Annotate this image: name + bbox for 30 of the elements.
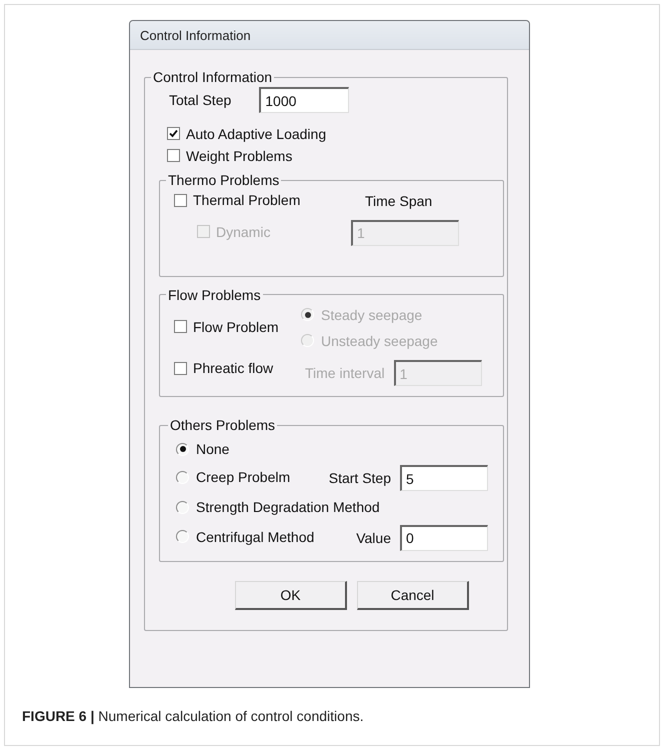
radio-button[interactable]: Creep Probelm xyxy=(176,469,290,486)
group-title: Control Information xyxy=(152,69,274,85)
field-label: Start Step xyxy=(328,470,391,486)
field-label: Time interval xyxy=(305,365,385,381)
checkbox[interactable]: Thermal Problem xyxy=(174,192,300,208)
dialog-button[interactable]: OK xyxy=(235,580,347,610)
radio-button[interactable]: Strength Degradation Method xyxy=(176,499,380,515)
input-field[interactable]: 5 xyxy=(400,465,488,491)
radio-indicator[interactable] xyxy=(176,470,189,484)
input-field[interactable]: 1000 xyxy=(259,87,350,113)
group-title: Flow Problems xyxy=(167,286,262,302)
input-field[interactable]: 0 xyxy=(400,524,488,550)
checkbox[interactable]: Auto Adaptive Loading xyxy=(167,126,326,142)
radio-button[interactable]: Centrifugal Method xyxy=(176,528,314,545)
field-label: Value xyxy=(356,530,391,546)
radio-button[interactable]: None xyxy=(176,441,230,457)
dialog-button[interactable]: Cancel xyxy=(357,580,469,610)
figure-caption: FIGURE 6 | Numerical calculation of control conditions. xyxy=(22,708,364,724)
field-label: Time Span xyxy=(365,192,434,209)
group-title: Thermo Problems xyxy=(167,172,280,188)
radio-indicator[interactable] xyxy=(176,442,189,456)
radio-indicator[interactable] xyxy=(176,530,189,544)
radio-indicator[interactable] xyxy=(176,500,189,514)
checkbox[interactable]: Flow Problem xyxy=(174,318,279,334)
checkbox[interactable]: Weight Problems xyxy=(167,148,292,164)
group-title: Others Problems xyxy=(169,417,276,433)
checkmark-icon xyxy=(169,129,178,138)
field-label: Total Step xyxy=(169,92,232,108)
checkbox[interactable]: Phreatic flow xyxy=(174,360,274,376)
window-title: Control Information xyxy=(140,28,251,42)
